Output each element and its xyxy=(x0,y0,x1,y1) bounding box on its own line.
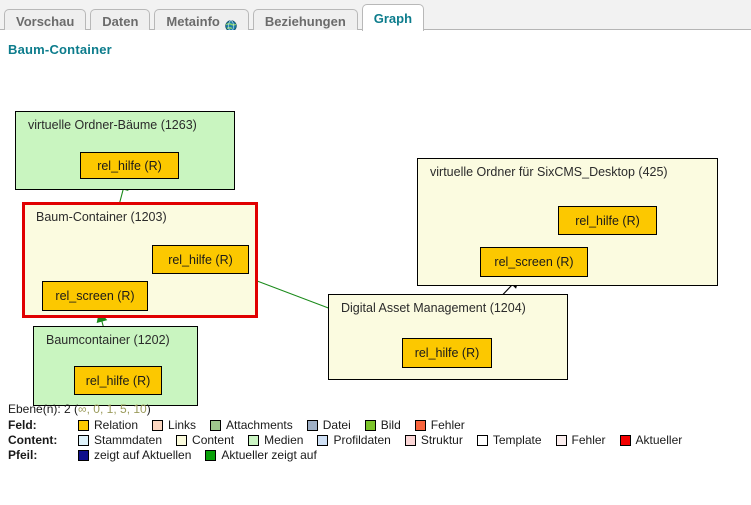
legend-swatch xyxy=(404,434,416,446)
legend-row-label: Content: xyxy=(8,433,58,447)
legend-swatch xyxy=(306,419,318,431)
legend-rows: Feld: Relation Links Attachments Datei Bild Fe… xyxy=(8,418,748,462)
legend-swatch xyxy=(78,434,89,446)
legend-item: Links xyxy=(152,418,196,432)
legend-item: Content xyxy=(176,433,234,447)
legend-item-label: Medien xyxy=(264,433,304,447)
legend-item: Aktueller zeigt auf xyxy=(205,448,317,462)
legend-swatch xyxy=(78,419,89,431)
legend-row: Feld: Relation Links Attachments Datei Bild Fe… xyxy=(8,418,748,432)
legend-swatch xyxy=(619,434,631,446)
legend-item: Aktueller xyxy=(619,433,683,447)
legend-item-label: Aktueller zeigt auf xyxy=(221,448,317,462)
ebene-link-5[interactable]: 5 xyxy=(120,402,127,416)
legend-item: Bild xyxy=(364,418,401,432)
legend-item-label: Datei xyxy=(322,418,351,432)
graph-node-label: rel_hilfe (R) xyxy=(97,158,162,173)
cluster-label: virtuelle Ordner für SixCMS_Desktop (425… xyxy=(430,165,668,179)
legend-swatch xyxy=(555,434,567,446)
graph-node-n425s[interactable]: rel_screen (R) xyxy=(480,247,588,277)
legend-swatch xyxy=(317,434,329,446)
legend-item-label: Relation xyxy=(94,418,139,432)
graph-node-n1203s[interactable]: rel_screen (R) xyxy=(42,281,148,311)
legend-item-label: Aktueller xyxy=(635,433,683,447)
graph-node-label: rel_hilfe (R) xyxy=(575,213,640,228)
page-title: Baum-Container xyxy=(8,42,112,57)
legend-item-label: Struktur xyxy=(420,433,463,447)
legend-swatch xyxy=(210,419,222,431)
legend-swatch xyxy=(78,449,89,461)
legend: Ebene(n): 2 (∞, 0, 1, 5, 10) Feld: Relati… xyxy=(8,402,748,463)
legend-item-label: Fehler xyxy=(430,418,465,432)
cluster-label: Baum-Container (1203) xyxy=(36,210,167,224)
legend-item-label: Content xyxy=(192,433,235,447)
graph-node-n425h[interactable]: rel_hilfe (R) xyxy=(558,206,657,235)
legend-item-label: Stammdaten xyxy=(94,433,163,447)
ebene-link-∞[interactable]: ∞ xyxy=(78,402,87,416)
graph-node-n1263h[interactable]: rel_hilfe (R) xyxy=(80,152,179,179)
legend-row: Content: Stammdaten Content Medien Profildat… xyxy=(8,433,748,447)
legend-item-label: Fehler xyxy=(571,433,606,447)
cluster-label: virtuelle Ordner-Bäume (1263) xyxy=(28,118,197,132)
legend-swatch xyxy=(476,434,488,446)
tab-bar: Vorschau Daten Metainfo Beziehungen Graph xyxy=(0,0,751,33)
graph-node-label: rel_hilfe (R) xyxy=(414,346,480,360)
legend-item-label: Attachments xyxy=(226,418,293,432)
ebene-separator: , xyxy=(113,402,120,416)
ebene-separator: , xyxy=(99,402,107,416)
legend-swatch xyxy=(364,419,376,431)
tab-graph[interactable]: Graph xyxy=(361,4,425,31)
legend-item: Fehler xyxy=(414,418,465,432)
graph-canvas: virtuelle Ordner-Bäume (1263) rel_hilfe (… xyxy=(0,66,751,426)
graph-node-label: rel_screen (R) xyxy=(494,255,574,269)
tab-list: Vorschau Daten Metainfo Beziehungen Graph xyxy=(4,2,428,33)
legend-item: Medien xyxy=(248,433,303,447)
legend-item: zeigt auf Aktuellen xyxy=(78,448,191,462)
legend-item-label: Bild xyxy=(380,418,401,432)
graph-node-label: rel_hilfe (R) xyxy=(168,252,233,267)
legend-row-label: Pfeil: xyxy=(8,448,38,462)
legend-item-label: Profildaten xyxy=(333,433,391,447)
legend-item-label: Links xyxy=(168,418,197,432)
legend-item: Fehler xyxy=(555,433,606,447)
globe-icon xyxy=(225,16,237,32)
legend-swatch xyxy=(205,449,217,461)
legend-swatch xyxy=(152,419,164,431)
legend-swatch xyxy=(248,434,260,446)
legend-item: Struktur xyxy=(404,433,463,447)
legend-item: Template xyxy=(476,433,542,447)
ebene-link-10[interactable]: 10 xyxy=(133,402,146,416)
legend-item: Datei xyxy=(306,418,351,432)
graph-node-label: rel_screen (R) xyxy=(55,289,135,303)
graph-node-label: rel_hilfe (R) xyxy=(85,373,151,388)
graph-node-n1203h[interactable]: rel_hilfe (R) xyxy=(152,245,249,274)
tab-label: Graph xyxy=(373,10,413,26)
cluster-label: Baumcontainer (1202) xyxy=(46,333,170,347)
legend-item-label: zeigt auf Aktuellen xyxy=(94,448,192,462)
legend-row: Pfeil: zeigt auf Aktuellen Aktueller zeigt… xyxy=(8,448,748,462)
legend-swatch xyxy=(176,434,188,446)
legend-swatch xyxy=(414,419,426,431)
legend-item-label: Template xyxy=(492,433,542,447)
legend-row-label: Feld: xyxy=(8,418,37,432)
legend-item: Relation xyxy=(78,418,138,432)
graph-node-n1202h[interactable]: rel_hilfe (R) xyxy=(74,366,162,395)
graph-node-n1204h[interactable]: rel_hilfe (R) xyxy=(402,338,492,368)
legend-item: Stammdaten xyxy=(78,433,162,447)
legend-item: Profildaten xyxy=(317,433,391,447)
ebene-link-0[interactable]: 0 xyxy=(93,402,100,416)
ebene-line: Ebene(n): 2 (∞, 0, 1, 5, 10) xyxy=(8,402,151,416)
content-area: Baum-Container virtuelle Ordner-Bäume (1… xyxy=(0,30,751,505)
legend-item: Attachments xyxy=(210,418,293,432)
cluster-label: Digital Asset Management (1204) xyxy=(341,301,526,315)
